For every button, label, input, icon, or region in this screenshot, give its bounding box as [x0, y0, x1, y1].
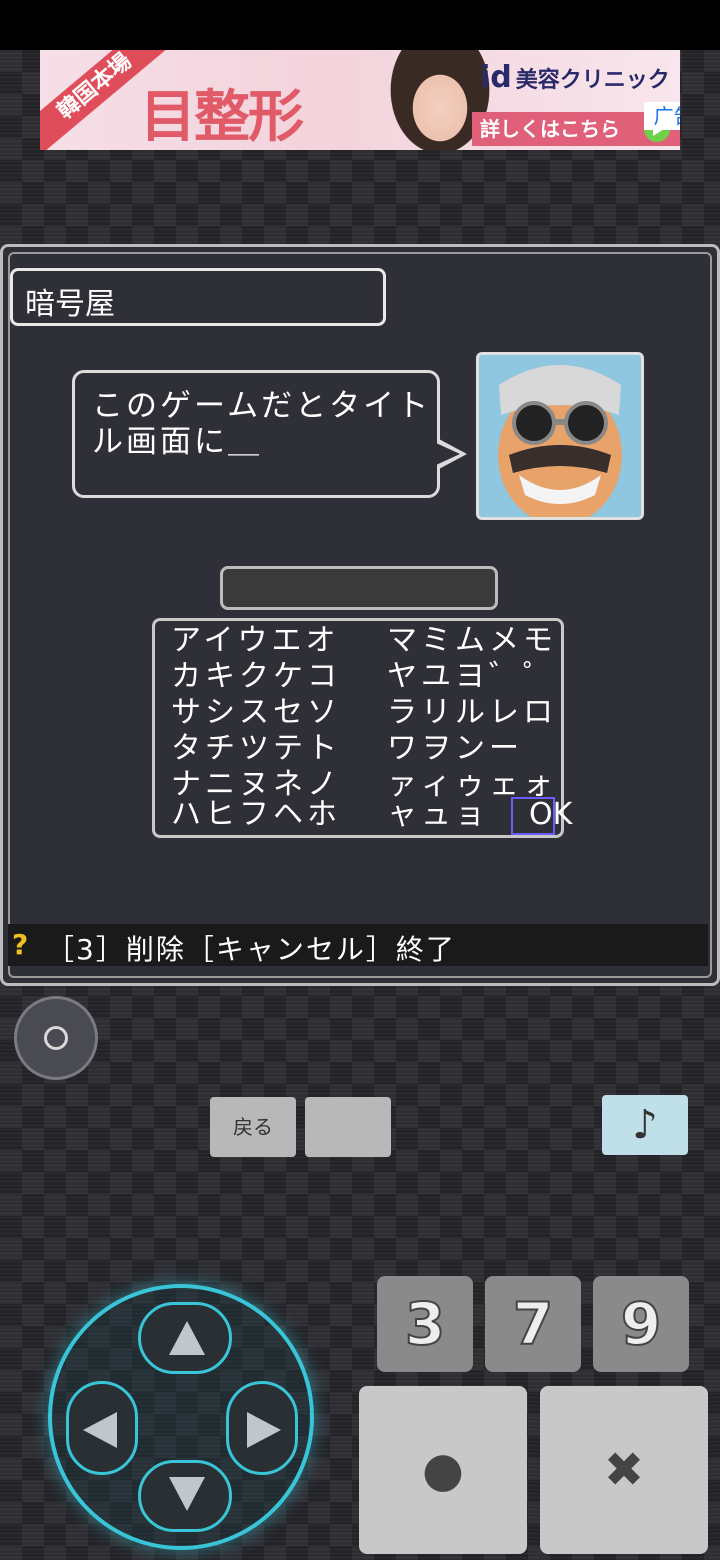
music-button[interactable]: ♪	[602, 1095, 688, 1155]
ad-headline: 目整形	[140, 84, 304, 150]
speaker-name: 暗号屋	[25, 287, 115, 322]
kana-keys-right[interactable]: ワヲンー	[387, 731, 523, 767]
kana-keys-right[interactable]: ヤユヨ゛゜	[387, 659, 557, 695]
kana-row: ハヒフヘホ ャュョ	[171, 797, 561, 833]
speech-bubble-tail-inner	[436, 443, 460, 465]
ad-brand-logo: id	[480, 60, 512, 95]
speaker-namebox: 暗号屋	[10, 268, 386, 326]
arrow-right-icon	[247, 1412, 281, 1448]
arrow-up-icon	[169, 1321, 205, 1355]
kana-row: タチツテト ワヲンー	[171, 731, 561, 767]
kana-keys-left[interactable]: カキクケコ	[171, 659, 341, 695]
gear-icon[interactable]	[14, 996, 98, 1080]
back-button[interactable]: 戻る	[210, 1097, 296, 1157]
kana-keys-right[interactable]: ャュョ	[387, 797, 489, 833]
arrow-down-icon	[169, 1477, 205, 1511]
kana-keys-left[interactable]: ハヒフヘホ	[171, 797, 341, 833]
dpad-right-button[interactable]	[226, 1381, 298, 1475]
help-icon: ?	[12, 928, 29, 961]
key-3-button[interactable]: 3	[377, 1276, 473, 1372]
kana-row: カキクケコ ヤユヨ゛゜	[171, 659, 561, 695]
kana-keyboard: アイウエオ マミムメモ カキクケコ ヤユヨ゛゜ サシスセソ ラリルレロ タチツテ…	[152, 618, 572, 838]
ok-key[interactable]: OK	[529, 797, 572, 832]
kana-row: アイウエオ マミムメモ	[171, 623, 561, 659]
key-9-button[interactable]: 9	[593, 1276, 689, 1372]
ad-brand: id 美容クリニック	[480, 60, 670, 95]
character-portrait	[476, 352, 644, 520]
dpad-left-button[interactable]	[66, 1381, 138, 1475]
ad-brand-sub: 美容クリニック	[515, 68, 670, 93]
ad-cta-label: 詳しくはこちら	[480, 117, 620, 141]
help-text: ［3］削除［キャンセル］終了	[46, 933, 456, 966]
arrow-left-icon	[83, 1412, 117, 1448]
kana-keys-left[interactable]: サシスセソ	[171, 695, 341, 731]
dpad	[48, 1284, 314, 1550]
kana-keys-left[interactable]: アイウエオ	[171, 623, 340, 659]
dpad-down-button[interactable]	[138, 1460, 232, 1532]
kana-keys-right[interactable]: ラリルレロ	[387, 695, 557, 731]
status-bar	[0, 0, 720, 50]
key-7-button[interactable]: 7	[485, 1276, 581, 1372]
confirm-button[interactable]: ●	[359, 1386, 527, 1554]
dialog-message: このゲームだとタイトル画面に＿	[92, 388, 432, 460]
blank-button[interactable]	[305, 1097, 391, 1157]
cancel-button[interactable]: ✖	[540, 1386, 708, 1554]
dpad-up-button[interactable]	[138, 1302, 232, 1374]
old-man-face-icon	[479, 355, 641, 517]
code-input-display	[220, 566, 498, 610]
kana-row: サシスセソ ラリルレロ	[171, 695, 561, 731]
kana-keys-left[interactable]: タチツテト	[171, 731, 341, 767]
ad-close-button[interactable]: 广告✕	[644, 102, 680, 130]
kana-keys-right[interactable]: マミムメモ	[387, 623, 557, 659]
help-bar: ? ［3］削除［キャンセル］終了	[8, 924, 708, 966]
ad-banner[interactable]: 韓国本場 目整形 id美容クリニック 詳しくはこちら 广告✕	[40, 50, 680, 150]
